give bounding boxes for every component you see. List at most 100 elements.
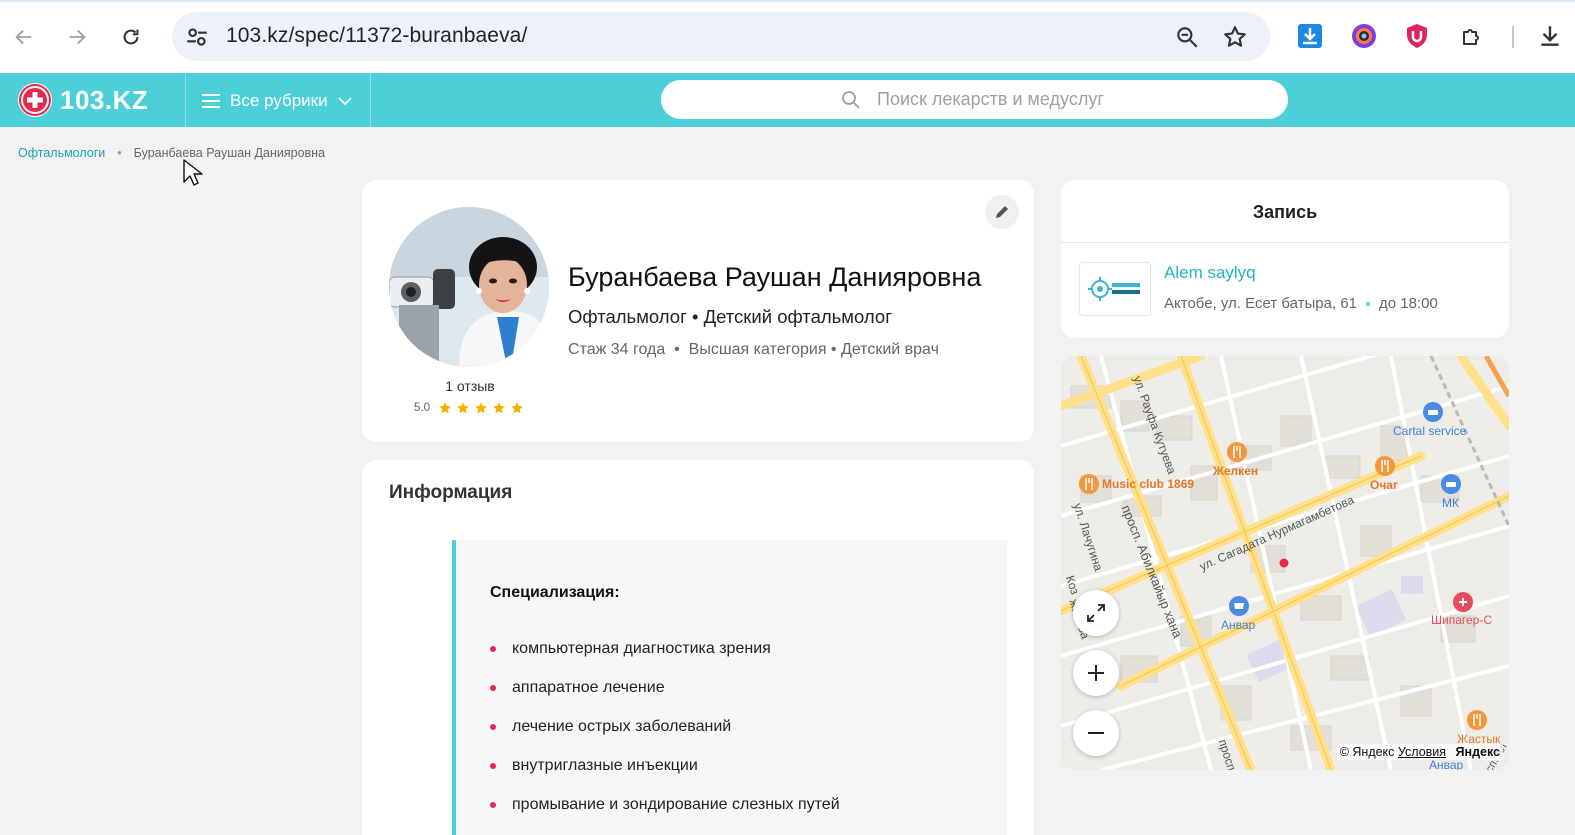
map-brand[interactable]: Яндекс [1456,745,1500,759]
specialization-heading: Специализация: [490,584,620,601]
reload-button[interactable] [116,22,146,52]
star-icon [457,402,469,414]
site-settings-icon[interactable] [184,24,210,50]
bullet-icon [490,801,496,808]
specialization-block: Специализация: компьютерная диагностика … [452,540,1007,835]
zoom-icon[interactable] [1174,24,1200,50]
doctor-specialties: Офтальмолог • Детский офтальмолог [568,306,892,327]
pharmacy-poi-icon[interactable] [1453,592,1473,612]
bookmark-star-icon[interactable] [1222,24,1248,50]
map-fullscreen-button[interactable] [1073,590,1119,636]
list-item: внутриглазные инъекции [490,746,840,785]
poi-label: МК [1442,496,1459,510]
star-icon [439,402,451,414]
arrow-right-icon [69,29,86,45]
car-service-poi-icon[interactable] [1423,402,1443,422]
information-card: Информация Специализация: компьютерная д… [362,460,1034,835]
toolbar-separator [1512,26,1514,48]
specialization-list: компьютерная диагностика зрения аппаратн… [490,630,840,824]
restaurant-poi-icon[interactable] [1375,456,1395,476]
map-zoom-out-button[interactable] [1073,710,1119,756]
tab-strip-edge [0,0,1575,2]
doctor-avatar [389,207,549,367]
clinic-name-link[interactable]: Alem saylyq [1164,263,1256,283]
extensions-puzzle-icon[interactable] [1458,22,1486,50]
browser-toolbar: 103.kz/spec/11372-buranbaeva/ [0,0,1575,73]
bullet-icon [490,723,496,730]
url-text[interactable]: 103.kz/spec/11372-buranbaeva/ [226,24,527,48]
list-item: компьютерная диагностика зрения [490,630,840,669]
search-icon [842,91,860,109]
bullet-icon [490,762,496,769]
appointment-title: Запись [1252,202,1318,222]
star-icon [493,402,505,414]
restaurant-poi-icon[interactable] [1227,442,1247,462]
breadcrumb-separator: • [117,146,122,160]
hamburger-icon [202,94,220,108]
mouse-cursor-icon [183,159,203,186]
reload-icon [123,29,139,45]
list-item-text: внутриглазные инъекции [512,756,698,774]
poi-label: Желкен [1213,464,1259,478]
address-bar[interactable]: 103.kz/spec/11372-buranbaeva/ [172,12,1270,61]
expand-icon [1087,604,1105,622]
list-item: аппаратное лечение [490,669,840,708]
downloads-icon[interactable] [1536,22,1564,50]
download-extension-icon[interactable] [1296,22,1324,50]
chevron-down-icon [337,97,352,106]
map-copyright: © Яндекс [1339,745,1395,759]
clinic-map[interactable]: ул. Рауфа Кутуева просп. Абилкайыр хана … [1061,356,1509,770]
clinic-logo[interactable] [1079,262,1151,316]
breadcrumb-current: Буранбаева Раушан Данияровна [133,146,326,160]
doctor-name: Буранбаева Раушан Данияровна [568,262,982,292]
header-divider [185,73,186,127]
logo-text: 103.KZ [60,84,149,115]
shield-extension-icon[interactable] [1403,22,1431,50]
poi-label: Очаг [1370,478,1398,492]
minus-icon [1088,732,1104,734]
restaurant-poi-icon[interactable] [1467,710,1487,730]
doctor-photo [389,207,549,367]
clinic-address-text: Актобе, ул. Есет батыра, 61 [1164,295,1357,312]
pencil-icon [996,206,1008,218]
clinic-address: Актобе, ул. Есет батыра, 61 до 18:00 [1164,295,1438,312]
map-tiles[interactable] [1061,356,1509,770]
rating-value: 5.0 [414,402,430,414]
edit-button[interactable] [985,195,1019,229]
map-attribution: © Яндекс Условия Яндекс [1336,744,1503,760]
car-service-poi-icon[interactable] [1441,474,1461,494]
clinic-logo-image [1088,277,1140,301]
list-item-text: компьютерная диагностика зрения [512,640,771,658]
camera-extension-icon[interactable] [1350,22,1378,50]
doctor-profile-card: Буранбаева Раушан Данияровна Офтальмолог… [362,180,1034,442]
poi-label: Music club 1869 [1102,477,1195,491]
header-divider [370,73,371,127]
shop-poi-icon[interactable] [1229,596,1249,616]
site-logo[interactable]: 103.KZ [18,83,148,117]
list-item-text: промывание и зондирование слезных путей [512,795,840,813]
logo-cross-icon [18,83,52,117]
all-rubrics-label: Все рубрики [230,91,328,110]
bullet-icon [490,646,496,653]
poi-label: Cartal service [1393,424,1467,438]
search-placeholder: Поиск лекарств и медуслуг [877,89,1104,109]
star-icon [511,402,523,414]
restaurant-poi-icon[interactable] [1079,474,1099,494]
rating-stars [438,401,528,415]
doctor-meta: Стаж 34 года • Высшая категория • Детски… [568,341,939,358]
forward-button[interactable] [62,22,92,52]
bullet-icon [490,685,496,692]
reviews-count-link[interactable]: 1 отзыв [410,378,530,394]
rating: 5.0 [414,401,528,415]
clinic-hours: до 18:00 [1378,295,1438,312]
map-zoom-in-button[interactable] [1073,650,1119,696]
search-input[interactable]: Поиск лекарств и медуслуг [661,80,1288,119]
all-rubrics-menu[interactable]: Все рубрики [202,89,352,113]
plus-icon [1088,665,1104,681]
list-item-text: аппаратное лечение [512,679,665,697]
map-terms-link[interactable]: Условия [1398,745,1446,759]
information-title: Информация [389,482,513,503]
back-button[interactable] [9,22,39,52]
list-item-text: лечение острых заболеваний [512,717,732,735]
breadcrumb-link-ophthalmologists[interactable]: Офтальмологи [18,146,105,160]
